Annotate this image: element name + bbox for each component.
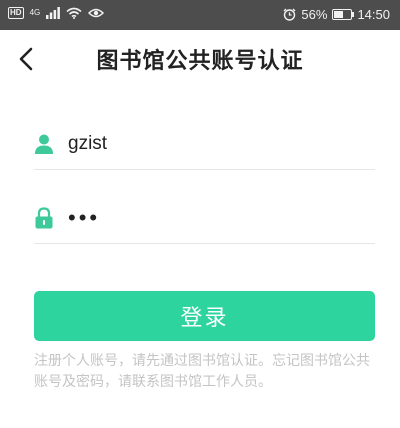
login-button[interactable]: 登录 [34,291,375,341]
hint-text: 注册个人账号，请先通过图书馆认证。忘记图书馆公共账号及密码，请联系图书馆工作人员… [34,353,370,390]
signal-icon [46,7,61,19]
battery-icon [332,9,355,20]
username-input[interactable] [68,129,368,159]
battery-percent: 56% [301,7,328,22]
nav-bar: 图书馆公共账号认证 [0,30,400,86]
username-field [34,121,375,170]
wifi-icon [66,7,82,19]
lock-icon [35,207,53,229]
status-time: 14:50 [357,7,390,22]
alarm-icon [283,8,296,21]
network-type-label: 4G [29,8,41,17]
user-icon [35,134,53,154]
password-field [34,195,375,244]
password-input[interactable] [68,203,368,233]
hd-badge: HD [8,7,24,19]
eye-icon [88,8,105,18]
battery-level-fill [334,11,344,18]
status-right-icons: 56% 14:50 [283,7,390,22]
status-left-icons: HD 4G [8,7,105,19]
page-title: 图书馆公共账号认证 [96,49,304,74]
status-bar: HD 4G 56% 14:50 [0,0,400,30]
